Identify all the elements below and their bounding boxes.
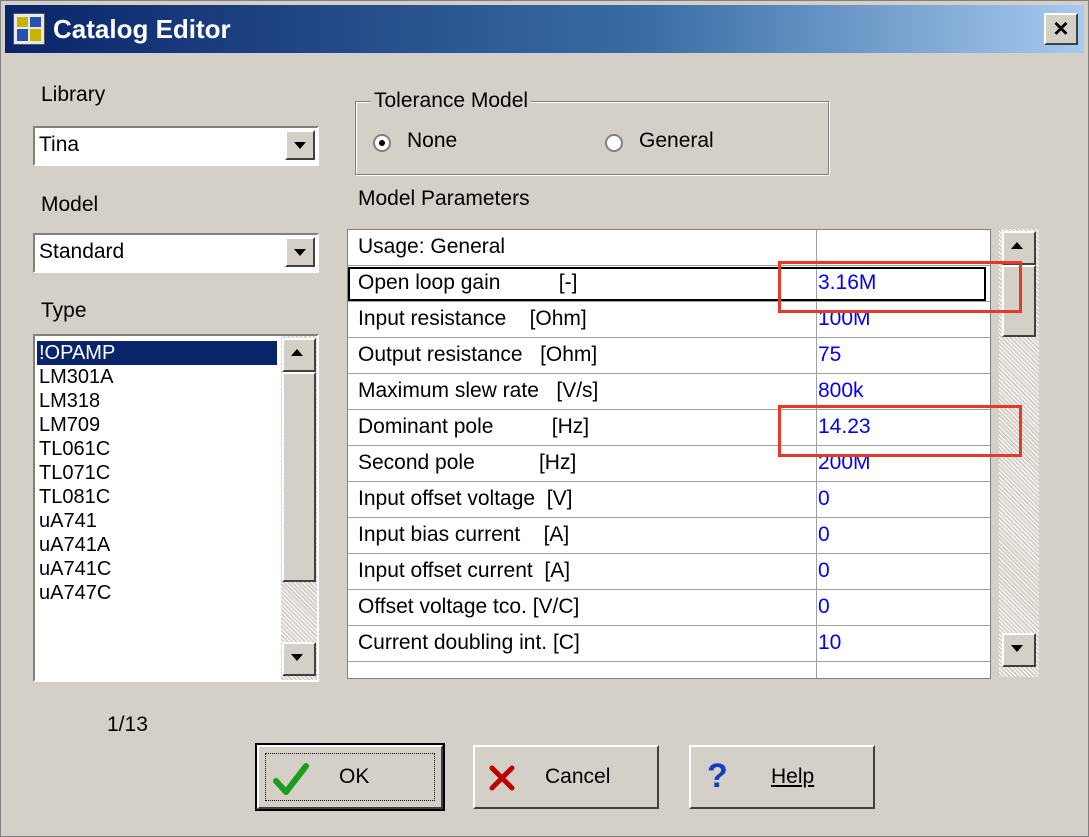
model-parameters-label: Model Parameters (358, 187, 530, 210)
chevron-up-icon (291, 349, 303, 356)
checkmark-icon (273, 763, 309, 795)
param-name: Current doubling int. [C] (358, 631, 580, 654)
param-name: Input bias current [A] (358, 523, 570, 546)
model-dropdown-button[interactable] (285, 237, 315, 267)
type-item[interactable]: LM301A (37, 365, 277, 389)
library-dropdown-button[interactable] (285, 130, 315, 160)
param-name: Offset voltage tco. [V/C] (358, 595, 580, 618)
type-item[interactable]: !OPAMP (37, 341, 277, 365)
param-name: Second pole [Hz] (358, 451, 577, 474)
scroll-up-button[interactable] (282, 338, 316, 372)
param-row[interactable]: Current doubling int. [C] 10 (348, 626, 990, 662)
type-item[interactable]: TL081C (37, 485, 277, 509)
type-item[interactable]: TL061C (37, 437, 277, 461)
radio-general-label[interactable]: General (639, 129, 714, 153)
radio-none-label[interactable]: None (407, 129, 457, 153)
chevron-up-icon (1011, 242, 1023, 249)
model-value: Standard (39, 240, 125, 263)
param-name: Output resistance [Ohm] (358, 343, 598, 366)
radio-general[interactable] (605, 134, 623, 152)
type-label: Type (41, 299, 87, 322)
radio-none[interactable] (373, 134, 391, 152)
param-value[interactable]: 0 (818, 595, 830, 619)
scroll-thumb[interactable] (282, 372, 316, 582)
type-item[interactable]: uA741 (37, 509, 277, 533)
param-name: Input resistance [Ohm] (358, 307, 587, 330)
record-counter: 1/13 (107, 713, 148, 736)
param-value[interactable]: 75 (818, 343, 841, 367)
library-dropdown[interactable]: Tina (33, 126, 319, 166)
type-scrollbar[interactable] (281, 336, 317, 680)
app-icon (13, 13, 45, 45)
type-item[interactable]: uA747C (37, 581, 277, 605)
scroll-up-button[interactable] (1002, 231, 1036, 265)
highlight-dominant-pole (778, 405, 1022, 457)
type-listbox[interactable]: !OPAMP LM301A LM318 LM709 TL061C TL071C … (33, 334, 319, 682)
param-value[interactable]: 0 (818, 559, 830, 583)
x-icon (489, 765, 515, 791)
chevron-down-icon (294, 142, 306, 149)
cancel-button[interactable]: Cancel (473, 745, 659, 809)
type-item[interactable]: LM318 (37, 389, 277, 413)
ok-button[interactable]: OK (255, 743, 445, 811)
help-label: Help (771, 765, 815, 788)
param-row[interactable]: Offset voltage tco. [V/C] 0 (348, 590, 990, 626)
type-item[interactable]: uA741C (37, 557, 277, 581)
tolerance-model-label: Tolerance Model (371, 89, 532, 113)
library-value: Tina (39, 133, 80, 156)
param-name: Input offset voltage [V] (358, 487, 573, 510)
close-button[interactable]: × (1044, 13, 1078, 45)
param-value[interactable]: 0 (818, 487, 830, 511)
help-button[interactable]: ? Help (689, 745, 875, 809)
type-item[interactable]: uA741A (37, 533, 277, 557)
library-label: Library (41, 83, 106, 106)
param-value[interactable]: 0 (818, 523, 830, 547)
highlight-open-loop-gain (778, 261, 1022, 313)
usage-label: Usage: General (358, 235, 506, 258)
model-label: Model (41, 193, 99, 216)
question-icon: ? (707, 757, 728, 795)
chevron-down-icon (1011, 645, 1023, 652)
type-item[interactable]: LM709 (37, 413, 277, 437)
title-bar[interactable]: Catalog Editor × (5, 5, 1084, 53)
param-name: Dominant pole [Hz] (358, 415, 590, 438)
param-name: Input offset current [A] (358, 559, 571, 582)
scroll-down-button[interactable] (1002, 633, 1036, 667)
param-row[interactable]: Input offset current [A] 0 (348, 554, 990, 590)
type-item[interactable]: TL071C (37, 461, 277, 485)
param-row[interactable]: Input offset voltage [V] 0 (348, 482, 990, 518)
chevron-down-icon (291, 654, 303, 661)
param-name: Maximum slew rate [V/s] (358, 379, 599, 402)
window-title: Catalog Editor (53, 14, 231, 44)
model-dropdown[interactable]: Standard (33, 233, 319, 273)
param-row[interactable]: Input bias current [A] 0 (348, 518, 990, 554)
param-value[interactable]: 800k (818, 379, 864, 403)
catalog-editor-window: Catalog Editor × Library Tina Model Stan… (0, 0, 1089, 837)
cancel-label: Cancel (545, 765, 611, 788)
ok-label: OK (339, 765, 370, 788)
param-value[interactable]: 10 (818, 631, 841, 655)
scroll-down-button[interactable] (282, 642, 316, 676)
chevron-down-icon (294, 249, 306, 256)
close-icon: × (1053, 13, 1069, 43)
param-row[interactable]: Output resistance [Ohm] 75 (348, 338, 990, 374)
